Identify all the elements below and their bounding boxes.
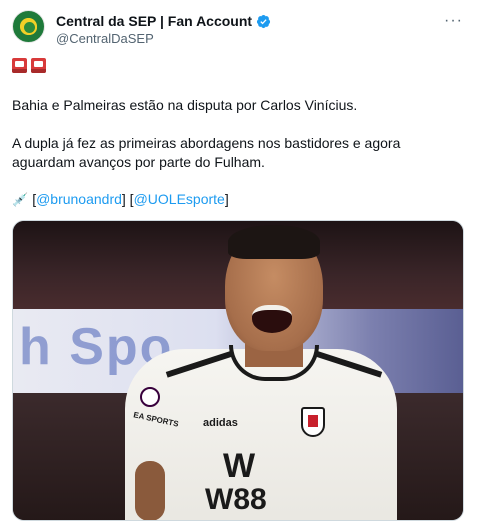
siren-emojis (12, 58, 46, 73)
siren-icon (31, 58, 46, 73)
avatar[interactable] (12, 10, 45, 43)
avatar-crest-icon (22, 20, 37, 35)
tweet-card: Central da SEP | Fan Account @CentralDaS… (0, 0, 477, 530)
mention-link-brunoandrd[interactable]: @brunoandrd (36, 191, 122, 207)
tweet-header: Central da SEP | Fan Account @CentralDaS… (12, 10, 465, 50)
author-display-name[interactable]: Central da SEP | Fan Account (56, 13, 252, 29)
tweet-source-line: 💉 [@brunoandrd] [@UOLEsporte] (12, 190, 467, 209)
kit-sponsor-text: W88 (205, 483, 267, 516)
tweet-photo[interactable]: h Spo EA SPORTS adidas W W88 (12, 220, 464, 521)
photo-player-hair (228, 225, 320, 259)
kit-sponsor-logo: W (223, 447, 255, 485)
author-handle[interactable]: @CentralDaSEP (56, 31, 154, 46)
syringe-icon: 💉 (12, 192, 29, 207)
mention-link-uolesporte[interactable]: @UOLEsporte (134, 191, 225, 207)
fulham-crest-detail (308, 415, 318, 427)
siren-icon (12, 58, 27, 73)
kit-brand-text: adidas (203, 417, 238, 429)
photo-player-fist (135, 461, 165, 520)
source-bracket-mid: ] [ (121, 191, 134, 207)
photo-player-mouth (252, 305, 292, 333)
source-bracket-close: ] (224, 191, 229, 207)
verified-badge-icon (257, 14, 271, 28)
tweet-text-line1: Bahia e Palmeiras estão na disputa por C… (12, 97, 358, 113)
author-name-row: Central da SEP | Fan Account (56, 13, 271, 29)
tweet-text-line2: A dupla já fez as primeiras abordagens n… (12, 135, 401, 170)
premier-league-badge-icon (140, 387, 160, 407)
more-options-icon[interactable]: ··· (444, 12, 463, 30)
